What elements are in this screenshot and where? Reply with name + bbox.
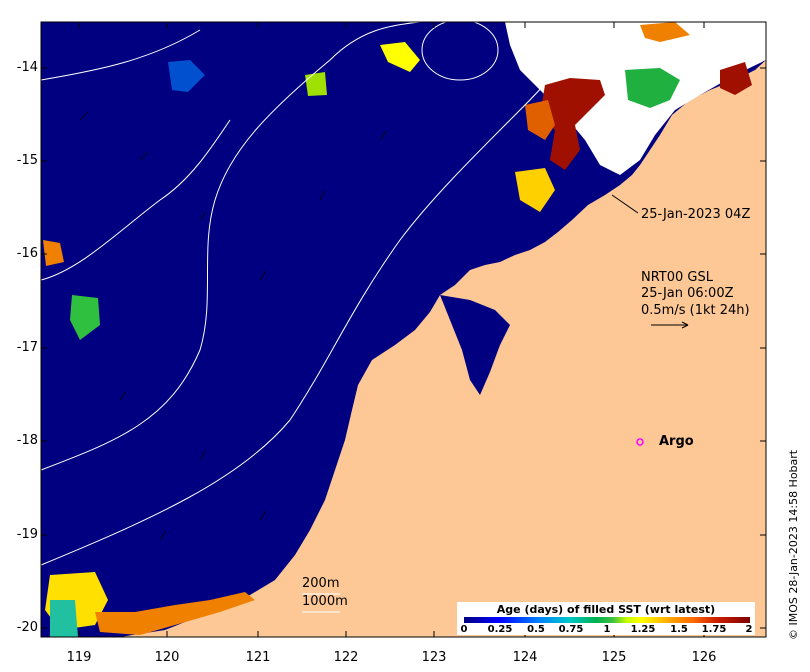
current-product-label: NRT00 GSL [641, 270, 713, 285]
x-tick-label: 119 [66, 650, 92, 665]
y-tick-label: -14 [16, 60, 38, 75]
legend-tick: 0.25 [487, 624, 513, 635]
sst-patch-cyan-sw [50, 600, 78, 637]
legend-tick: 0.75 [558, 624, 584, 635]
legend-tick: 1.25 [630, 624, 656, 635]
sst-age-legend: Age (days) of filled SST (wrt latest) 0 … [457, 602, 755, 635]
legend-tick: 1 [603, 624, 611, 635]
current-scale-label: 0.5m/s (1kt 24h) [641, 303, 750, 318]
legend-tick: 0.5 [527, 624, 545, 635]
x-tick-label: 120 [154, 650, 180, 665]
y-tick-label: -17 [16, 340, 38, 355]
x-tick-label: 121 [245, 650, 271, 665]
y-tick-label: -15 [16, 153, 38, 168]
legend-tick: 2 [745, 624, 753, 635]
contour-200-label: 200m [302, 576, 340, 591]
drifter-label: 25-Jan-2023 04Z [641, 207, 751, 222]
sst-patch-green-n [305, 72, 327, 96]
y-tick-label: -19 [16, 527, 38, 542]
map-figure [40, 19, 767, 638]
legend-tick: 1.75 [701, 624, 727, 635]
x-tick-label: 123 [421, 650, 447, 665]
x-tick-label: 124 [512, 650, 538, 665]
credit-text: © IMOS 28-Jan-2023 14:58 Hobart [787, 449, 800, 640]
legend-colorbar [464, 617, 750, 623]
x-tick-label: 122 [333, 650, 359, 665]
y-tick-label: -18 [16, 433, 38, 448]
x-tick-label: 126 [691, 650, 717, 665]
legend-title: Age (days) of filled SST (wrt latest) [496, 603, 716, 616]
current-time-label: 25-Jan 06:00Z [641, 286, 734, 301]
y-tick-label: -16 [16, 246, 38, 261]
x-tick-label: 125 [601, 650, 627, 665]
y-tick-label: -20 [16, 620, 38, 635]
argo-label: Argo [659, 434, 694, 449]
contour-1000-label: 1000m [302, 594, 348, 609]
legend-tick: 1.5 [670, 624, 688, 635]
legend-tick: 0 [460, 624, 468, 635]
